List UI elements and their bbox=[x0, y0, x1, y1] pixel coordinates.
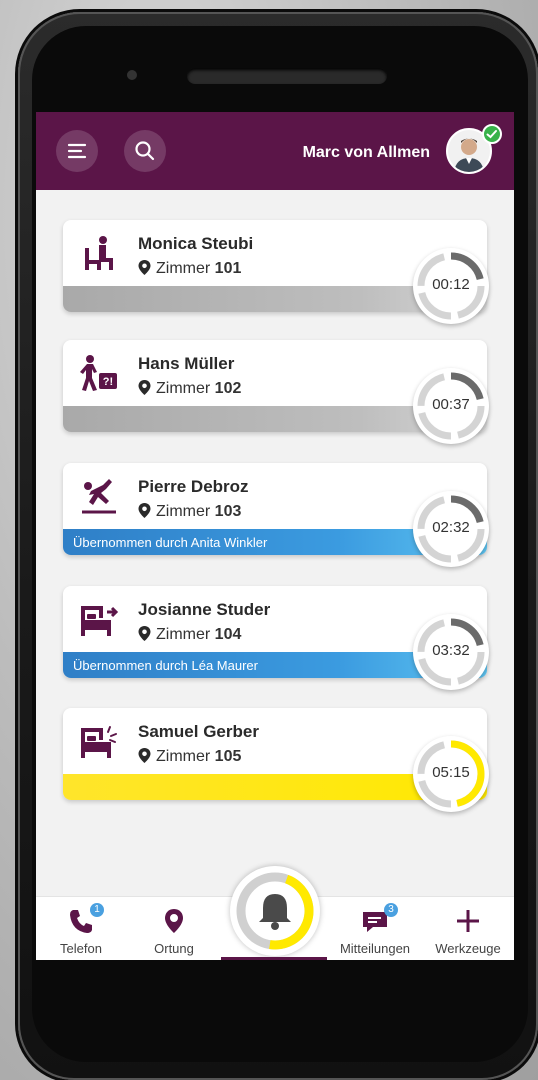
room-info: Zimmer 104 bbox=[138, 626, 241, 644]
alarm-card[interactable]: Samuel Gerber Zimmer 105 05:15 bbox=[63, 708, 489, 812]
room-label: Zimmer bbox=[156, 380, 211, 397]
location-pin-icon bbox=[138, 503, 151, 518]
room-label: Zimmer bbox=[156, 503, 211, 520]
room-number: 105 bbox=[214, 748, 242, 765]
tab-label: Werkzeuge bbox=[435, 941, 501, 956]
patient-name: Samuel Gerber bbox=[138, 722, 259, 741]
status-text: Übernommen durch Anita Winkler bbox=[73, 535, 268, 550]
room-label: Zimmer bbox=[156, 626, 211, 643]
speaker-grille bbox=[187, 68, 387, 84]
tab-werkzeuge[interactable]: Werkzeuge bbox=[422, 897, 514, 960]
notification-badge: 3 bbox=[384, 903, 398, 917]
status-text: Übernommen durch Léa Maurer bbox=[73, 658, 258, 673]
alarm-timer: 00:37 bbox=[413, 368, 489, 444]
timer-text: 00:12 bbox=[432, 276, 470, 293]
tab-telefon[interactable]: 1 Telefon bbox=[36, 897, 126, 960]
alarm-card[interactable]: Josianne Studer Zimmer 104 Übernommen du… bbox=[63, 586, 489, 690]
fall-person-icon bbox=[82, 479, 116, 514]
alarm-bell-icon bbox=[236, 872, 314, 950]
search-button[interactable] bbox=[124, 130, 166, 172]
location-pin-icon bbox=[138, 260, 151, 275]
alarm-card[interactable]: Pierre Debroz Zimmer 103 Übernommen durc… bbox=[63, 463, 489, 567]
tab-mitteilungen[interactable]: 3 Mitteilungen bbox=[328, 897, 422, 960]
alarm-card[interactable]: ?! Hans Müller Zimmer 102 00:37 bbox=[63, 340, 489, 444]
online-status-badge bbox=[482, 124, 502, 144]
timer-text: 02:32 bbox=[432, 519, 470, 536]
alarm-timer: 03:32 bbox=[413, 614, 489, 690]
patient-name: Pierre Debroz bbox=[138, 477, 249, 496]
svg-text:?!: ?! bbox=[103, 376, 113, 388]
notification-badge: 1 bbox=[90, 903, 104, 917]
tab-label: Mitteilungen bbox=[339, 941, 411, 956]
search-icon bbox=[135, 141, 155, 161]
room-info: Zimmer 103 bbox=[138, 503, 241, 521]
room-number: 103 bbox=[214, 503, 242, 520]
plus-icon bbox=[457, 910, 479, 932]
location-icon bbox=[165, 909, 183, 933]
room-number: 102 bbox=[214, 380, 242, 397]
timer-text: 05:15 bbox=[432, 764, 470, 781]
bed-alert-icon bbox=[81, 726, 117, 758]
alarm-timer: 02:32 bbox=[413, 491, 489, 567]
alarm-timer: 05:15 bbox=[413, 736, 489, 812]
location-pin-icon bbox=[138, 380, 151, 395]
room-number: 101 bbox=[214, 260, 242, 277]
timer-text: 00:37 bbox=[432, 396, 470, 413]
tab-ortung[interactable]: Ortung bbox=[126, 897, 222, 960]
menu-icon bbox=[67, 143, 87, 159]
room-info: Zimmer 101 bbox=[138, 260, 241, 278]
tab-label: Telefon bbox=[60, 941, 102, 956]
timer-text: 03:32 bbox=[432, 642, 470, 659]
camera bbox=[127, 70, 137, 80]
location-pin-icon bbox=[138, 748, 151, 763]
room-label: Zimmer bbox=[156, 748, 211, 765]
room-info: Zimmer 102 bbox=[138, 380, 241, 398]
location-pin-icon bbox=[138, 626, 151, 641]
walking-person-icon: ?! bbox=[80, 355, 117, 391]
room-label: Zimmer bbox=[156, 260, 211, 277]
app-screen: Marc von Allmen Monica Steubi Zimmer 101 bbox=[36, 112, 514, 960]
sitting-person-icon bbox=[85, 236, 113, 270]
active-tab-indicator bbox=[221, 957, 327, 960]
alarm-timer: 00:12 bbox=[413, 248, 489, 324]
menu-button[interactable] bbox=[56, 130, 98, 172]
room-number: 104 bbox=[214, 626, 242, 643]
patient-name: Josianne Studer bbox=[138, 600, 271, 619]
room-info: Zimmer 105 bbox=[138, 748, 241, 766]
bed-exit-icon bbox=[81, 606, 119, 636]
patient-name: Monica Steubi bbox=[138, 234, 254, 253]
patient-name: Hans Müller bbox=[138, 354, 235, 373]
top-bar: Marc von Allmen bbox=[36, 112, 514, 190]
tab-label: Ortung bbox=[154, 941, 194, 956]
user-name[interactable]: Marc von Allmen bbox=[303, 144, 430, 162]
alarm-card[interactable]: Monica Steubi Zimmer 101 00:12 bbox=[63, 220, 489, 324]
alarm-center-button[interactable] bbox=[230, 866, 320, 956]
check-icon bbox=[486, 130, 497, 139]
